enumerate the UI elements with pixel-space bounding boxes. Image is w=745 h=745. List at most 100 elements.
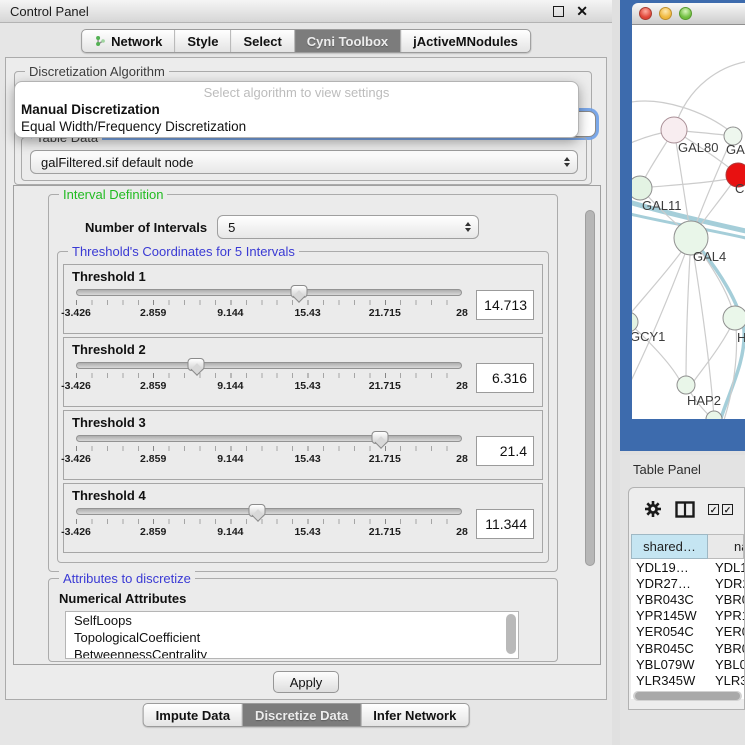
tick-label: 15.43 bbox=[294, 453, 320, 465]
threshold-2-value[interactable]: 6.316 bbox=[476, 363, 534, 393]
network-node[interactable] bbox=[706, 411, 722, 419]
cyni-toolbox-panel: Discretization Algorithm Table Data galF… bbox=[5, 57, 607, 700]
dropdown-hint: Select algorithm to view settings bbox=[15, 84, 578, 101]
number-of-intervals-combobox[interactable]: 5 bbox=[217, 215, 479, 239]
tick-label: 21.715 bbox=[369, 380, 401, 392]
tick-label: 2.859 bbox=[140, 453, 166, 465]
cell-shared-name[interactable]: YBR043C bbox=[631, 592, 708, 607]
network-view-window: GAL80GACGAL11GAL4GCY1HHAP2 bbox=[620, 0, 745, 451]
control-panel-titlebar[interactable]: Control Panel ✕ bbox=[0, 0, 612, 23]
checkbox-icon[interactable]: ✓ bbox=[722, 504, 733, 515]
attribute-item[interactable]: SelfLoops bbox=[66, 612, 518, 629]
network-node[interactable] bbox=[677, 376, 695, 394]
cell-name[interactable]: YDL1 bbox=[708, 560, 744, 575]
close-window-icon[interactable]: ✕ bbox=[576, 6, 588, 16]
table-row[interactable]: YER054CYER0 bbox=[631, 624, 744, 640]
slider-thumb[interactable] bbox=[372, 431, 389, 444]
tick-label: 15.43 bbox=[294, 307, 320, 319]
tab-jactivemnodules[interactable]: jActiveMNodules bbox=[401, 30, 530, 52]
threshold-1-slider[interactable] bbox=[76, 289, 462, 296]
list-scrollbar[interactable] bbox=[506, 614, 516, 654]
table-row[interactable]: YPR145WYPR1 bbox=[631, 608, 744, 624]
attributes-group-title: Attributes to discretize bbox=[59, 571, 195, 586]
tick-label: 15.43 bbox=[294, 526, 320, 538]
cell-name[interactable]: YBL0 bbox=[708, 657, 744, 672]
table-row[interactable]: YDR27…YDR2 bbox=[631, 575, 744, 591]
dropdown-option-equal-width-frequency[interactable]: Equal Width/Frequency Discretization bbox=[15, 118, 578, 135]
table-horizontal-scrollbar[interactable] bbox=[633, 691, 742, 701]
tab-style[interactable]: Style bbox=[175, 30, 231, 52]
network-node[interactable] bbox=[632, 176, 652, 200]
threshold-3-value[interactable]: 21.4 bbox=[476, 436, 534, 466]
settings-scrollbar[interactable] bbox=[585, 210, 595, 566]
threshold-2-slider[interactable] bbox=[76, 362, 462, 369]
float-window-icon[interactable] bbox=[553, 6, 564, 17]
table-row[interactable]: YBR045CYBR0 bbox=[631, 640, 744, 656]
cell-shared-name[interactable]: YBL079W bbox=[631, 657, 708, 672]
gear-icon[interactable] bbox=[644, 500, 662, 518]
cell-shared-name[interactable]: YDR27… bbox=[631, 576, 708, 591]
node-label: GAL4 bbox=[693, 249, 726, 264]
tab-select[interactable]: Select bbox=[231, 30, 294, 52]
cell-name[interactable]: YDR2 bbox=[708, 576, 744, 591]
table-row[interactable]: YBL079WYBL0 bbox=[631, 656, 744, 672]
column-header-name[interactable]: na bbox=[708, 534, 744, 559]
slider-thumb[interactable] bbox=[290, 285, 307, 298]
discretization-algorithm-group-title: Discretization Algorithm bbox=[25, 64, 169, 79]
tab-infer-network[interactable]: Infer Network bbox=[361, 704, 468, 726]
dropdown-option-manual-discretization[interactable]: Manual Discretization bbox=[15, 101, 578, 118]
desktop: Control Panel ✕ Network Style Select Cyn… bbox=[0, 0, 745, 745]
cell-name[interactable]: YLR3 bbox=[708, 673, 744, 688]
cell-name[interactable]: YPR1 bbox=[708, 608, 744, 623]
threshold-1-value[interactable]: 14.713 bbox=[476, 290, 534, 320]
column-header-shared-name[interactable]: shared… bbox=[631, 534, 708, 559]
slider-thumb[interactable] bbox=[188, 358, 205, 371]
tick-label: 21.715 bbox=[369, 453, 401, 465]
numerical-attributes-list[interactable]: SelfLoopsTopologicalCoefficientBetweenne… bbox=[65, 611, 519, 659]
threshold-4-block: Threshold 4 -3.4262.8599.14415.4321.7152… bbox=[63, 483, 543, 553]
attribute-item[interactable]: BetweennessCentrality bbox=[66, 646, 518, 659]
zoom-traffic-light-icon[interactable] bbox=[679, 7, 692, 20]
table-row[interactable]: YDL19…YDL1 bbox=[631, 559, 744, 575]
tab-discretize-data[interactable]: Discretize Data bbox=[243, 704, 361, 726]
cell-name[interactable]: YBR0 bbox=[708, 592, 744, 607]
attribute-item[interactable]: TopologicalCoefficient bbox=[66, 629, 518, 646]
split-columns-icon[interactable] bbox=[675, 501, 695, 518]
threshold-1-block: Threshold 1 -3.4262.8599.14415.4321.7152… bbox=[63, 264, 543, 334]
table-data-combobox[interactable]: galFiltered.sif default node bbox=[30, 150, 578, 174]
cell-shared-name[interactable]: YBR045C bbox=[631, 641, 708, 656]
close-traffic-light-icon[interactable] bbox=[639, 7, 652, 20]
cell-shared-name[interactable]: YLR345W bbox=[631, 673, 708, 688]
interval-definition-group: Interval Definition Number of Intervals … bbox=[48, 194, 558, 572]
tick-label: 28 bbox=[456, 526, 468, 538]
slider-ticks bbox=[76, 519, 462, 524]
cell-shared-name[interactable]: YPR145W bbox=[631, 608, 708, 623]
threshold-4-value[interactable]: 11.344 bbox=[476, 509, 534, 539]
cell-shared-name[interactable]: YDL19… bbox=[631, 560, 708, 575]
tick-label: 2.859 bbox=[140, 526, 166, 538]
table-panel-titlebar[interactable]: Table Panel bbox=[620, 455, 745, 483]
node-label: C bbox=[735, 181, 744, 196]
cell-shared-name[interactable]: YER054C bbox=[631, 624, 708, 639]
control-panel-window: Control Panel ✕ Network Style Select Cyn… bbox=[0, 0, 612, 745]
tab-network[interactable]: Network bbox=[82, 30, 175, 52]
tab-cyni-toolbox[interactable]: Cyni Toolbox bbox=[295, 30, 401, 52]
network-node[interactable] bbox=[723, 306, 745, 330]
apply-button[interactable]: Apply bbox=[273, 671, 339, 693]
scrollbar-thumb[interactable] bbox=[635, 692, 740, 700]
cell-name[interactable]: YER0 bbox=[708, 624, 744, 639]
threshold-4-slider[interactable] bbox=[76, 508, 462, 515]
threshold-3-label: Threshold 3 bbox=[72, 415, 534, 430]
table-row[interactable]: YLR345WYLR3 bbox=[631, 672, 744, 688]
network-canvas[interactable]: GAL80GACGAL11GAL4GCY1HHAP2 bbox=[632, 25, 745, 419]
table-row[interactable]: YBR043CYBR0 bbox=[631, 591, 744, 607]
cell-name[interactable]: YBR0 bbox=[708, 641, 744, 656]
cyni-bottom-tabs: Impute Data Discretize Data Infer Networ… bbox=[143, 703, 470, 727]
slider-thumb[interactable] bbox=[249, 504, 266, 517]
tab-impute-data[interactable]: Impute Data bbox=[144, 704, 243, 726]
threshold-3-block: Threshold 3 -3.4262.8599.14415.4321.7152… bbox=[63, 410, 543, 480]
minimize-traffic-light-icon[interactable] bbox=[659, 7, 672, 20]
threshold-3-slider[interactable] bbox=[76, 435, 462, 442]
network-window-titlebar[interactable] bbox=[632, 3, 745, 25]
checkbox-icon[interactable]: ✓ bbox=[708, 504, 719, 515]
